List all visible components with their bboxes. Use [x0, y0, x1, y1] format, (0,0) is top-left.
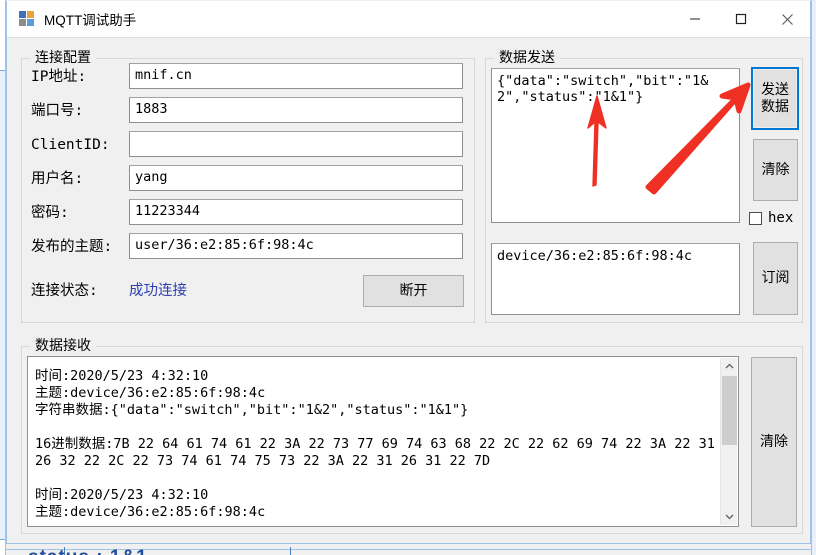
data-receive-title: 数据接收 [30, 337, 96, 355]
label-connection-status: 连接状态: [31, 283, 98, 299]
receive-clear-button-label: 清除 [760, 433, 788, 450]
minimize-icon [690, 18, 700, 20]
ip-address-input[interactable]: mnif.cn [129, 63, 463, 89]
send-data-button[interactable]: 发送 数据 [751, 67, 799, 130]
background-window-partial-text: status : 1&1 [28, 547, 148, 555]
receive-log-panel: 时间:2020/5/23 4:32:10 主题:device/36:e2:85:… [27, 356, 739, 527]
disconnect-button-label: 断开 [399, 282, 428, 299]
connection-config-title: 连接配置 [30, 49, 96, 67]
send-clear-button-label: 清除 [761, 161, 790, 178]
password-input[interactable]: 11223344 [129, 199, 463, 225]
label-ip-address: IP地址: [31, 69, 87, 85]
title-bar: MQTT调试助手 [7, 1, 810, 38]
data-send-title: 数据发送 [494, 49, 560, 67]
close-button[interactable] [764, 1, 810, 37]
port-input[interactable]: 1883 [129, 97, 463, 123]
label-username: 用户名: [31, 171, 84, 187]
subscribe-button[interactable]: 订阅 [753, 242, 798, 315]
background-window-right-edge [811, 0, 816, 555]
window-controls [672, 1, 810, 37]
screenshot-root: status : 1&1 MQTT调试助手 [0, 0, 816, 555]
hex-checkbox-row[interactable]: hex [749, 210, 793, 226]
connection-status-value: 成功连接 [129, 283, 187, 299]
maximize-button[interactable] [718, 1, 764, 37]
receive-clear-button[interactable]: 清除 [751, 357, 797, 527]
subscribe-topic-textarea[interactable]: device/36:e2:85:6f:98:4c [491, 243, 740, 315]
subscribe-button-label: 订阅 [761, 270, 790, 286]
minimize-button[interactable] [672, 1, 718, 37]
label-password: 密码: [31, 205, 69, 221]
scroll-up-arrow-icon[interactable] [721, 358, 738, 375]
label-publish-topic: 发布的主题: [31, 239, 113, 255]
send-clear-button[interactable]: 清除 [753, 139, 798, 201]
scroll-down-arrow-icon[interactable] [721, 508, 738, 525]
app-grid-icon [19, 11, 35, 27]
receive-log-scrollbar[interactable] [720, 358, 737, 525]
background-window-tick-right [290, 547, 291, 555]
maximize-icon [735, 13, 747, 25]
username-input[interactable]: yang [129, 165, 463, 191]
mqtt-main-window: MQTT调试助手 连接配置 IP地址: mnif.cn 端口号: 1883 Cl… [6, 1, 811, 544]
disconnect-button[interactable]: 断开 [363, 275, 464, 307]
client-id-input[interactable] [129, 131, 463, 157]
publish-topic-input[interactable]: user/36:e2:85:6f:98:4c [129, 233, 463, 259]
window-title: MQTT调试助手 [44, 13, 137, 28]
label-client-id: ClientID: [31, 137, 110, 153]
label-port: 端口号: [31, 103, 84, 119]
hex-checkbox[interactable] [749, 211, 762, 225]
send-data-textarea[interactable]: {"data":"switch","bit":"1&2","status":"1… [491, 68, 740, 223]
close-icon [781, 13, 793, 25]
send-data-button-label: 发送 数据 [761, 81, 789, 115]
hex-checkbox-label: hex [768, 210, 794, 226]
receive-log-text[interactable]: 时间:2020/5/23 4:32:10 主题:device/36:e2:85:… [28, 357, 720, 526]
scrollbar-thumb[interactable] [722, 376, 737, 445]
